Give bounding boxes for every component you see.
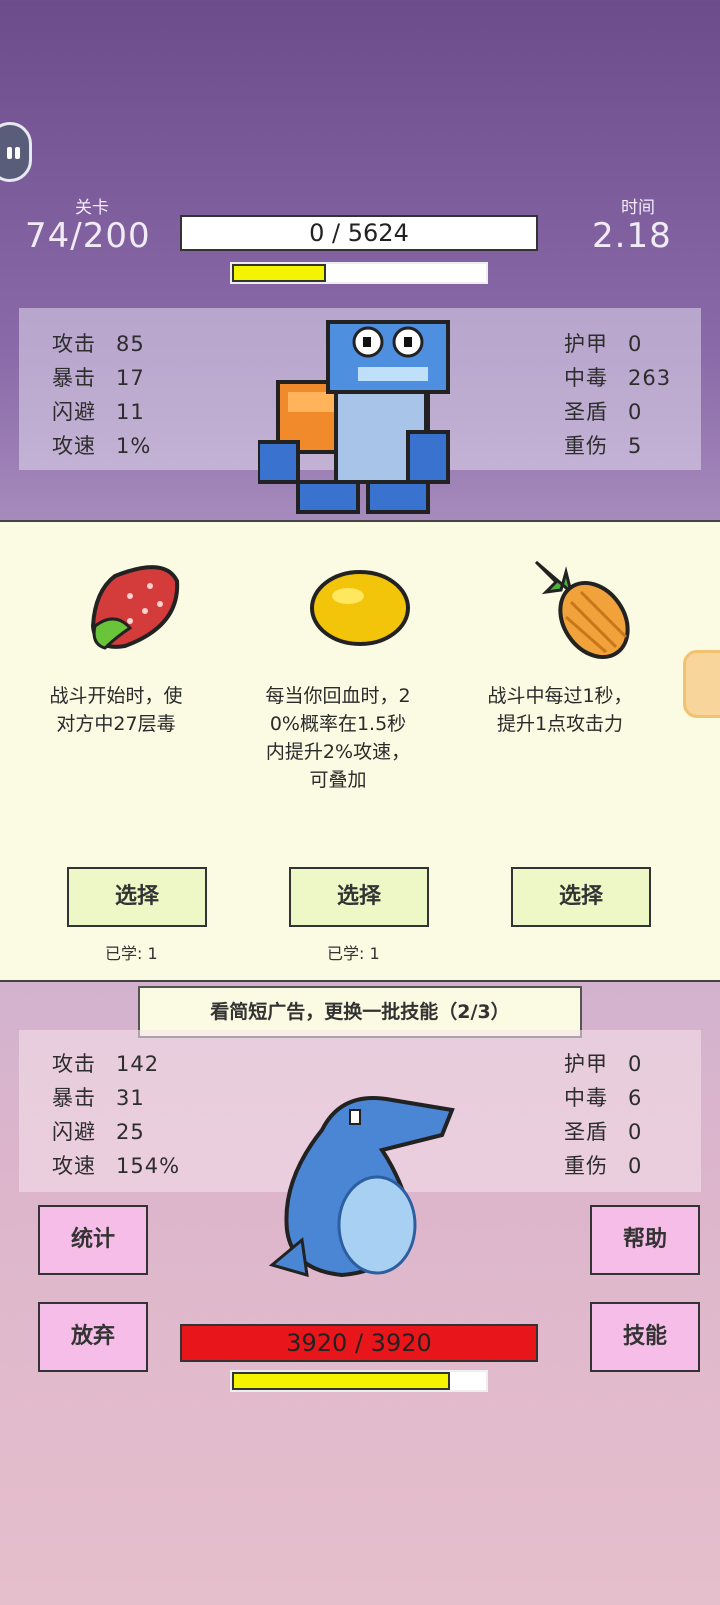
enemy-frog-sprite <box>258 320 450 514</box>
time-value: 2.18 <box>592 216 672 256</box>
player-progress-bar <box>230 1370 488 1392</box>
stat-name: 圣盾 <box>564 1120 608 1144</box>
stat-row: 闪避 25 <box>52 1116 145 1146</box>
stat-value: 1% <box>116 434 152 458</box>
player-crocodile-sprite <box>268 1096 455 1278</box>
stat-row: 重伤 0 <box>564 1150 642 1180</box>
stat-name: 暴击 <box>52 366 96 390</box>
player-progress-fill <box>232 1372 451 1390</box>
stat-name: 攻速 <box>52 1154 96 1178</box>
stat-name: 重伤 <box>564 434 608 458</box>
level-value: 74/200 <box>25 216 151 256</box>
enemy-progress-fill <box>232 264 326 282</box>
stat-value: 154% <box>116 1154 181 1178</box>
stat-value: 263 <box>628 366 672 390</box>
stat-value: 6 <box>628 1086 643 1110</box>
stat-row: 闪避 11 <box>52 396 145 426</box>
skill-description: 战斗开始时，使 对方中27层毒 <box>49 685 183 735</box>
pause-icon <box>7 147 12 159</box>
stat-name: 圣盾 <box>564 400 608 424</box>
stat-value: 5 <box>628 434 643 458</box>
skill-description: 战斗中每过1秒， 提升1点攻击力 <box>487 685 633 735</box>
stat-value: 0 <box>628 332 643 356</box>
stat-name: 重伤 <box>564 1154 608 1178</box>
stat-name: 攻速 <box>52 434 96 458</box>
skills-button[interactable]: 技能 <box>590 1302 700 1372</box>
skill-description: 每当你回血时，2 0%概率在1.5秒 内提升2%攻速， 可叠加 <box>265 685 411 791</box>
stat-row: 圣盾 0 <box>564 396 642 426</box>
stat-name: 护甲 <box>564 1052 608 1076</box>
stat-row: 重伤 5 <box>564 430 642 460</box>
quit-button[interactable]: 放弃 <box>38 1302 148 1372</box>
stat-value: 0 <box>628 1052 643 1076</box>
learned-count: 已学: 1 <box>327 944 380 963</box>
stat-row: 攻速 1% <box>52 430 151 460</box>
pineapple-icon <box>534 560 630 660</box>
lemon-icon <box>310 570 410 646</box>
pause-button[interactable] <box>0 122 32 182</box>
stat-row: 中毒 263 <box>564 362 671 392</box>
stat-name: 攻击 <box>52 332 96 356</box>
stat-row: 攻击 85 <box>52 328 145 358</box>
select-skill-button[interactable]: 选择 <box>511 867 651 927</box>
stat-name: 护甲 <box>564 332 608 356</box>
stat-value: 0 <box>628 400 643 424</box>
stat-row: 暴击 31 <box>52 1082 145 1112</box>
stat-row: 攻速 154% <box>52 1150 180 1180</box>
stat-name: 中毒 <box>564 1086 608 1110</box>
stat-name: 闪避 <box>52 1120 96 1144</box>
stat-row: 圣盾 0 <box>564 1116 642 1146</box>
learned-count: 已学: 1 <box>105 944 158 963</box>
stat-name: 闪避 <box>52 400 96 424</box>
stat-value: 0 <box>628 1154 643 1178</box>
stat-name: 中毒 <box>564 366 608 390</box>
stat-row: 护甲 0 <box>564 328 642 358</box>
enemy-progress-bar <box>230 262 488 284</box>
side-tab-button[interactable] <box>683 650 720 718</box>
time-label: 时间 <box>621 198 655 218</box>
stat-value: 31 <box>116 1086 145 1110</box>
enemy-hp-bar: 0 / 5624 <box>180 215 538 251</box>
stat-value: 85 <box>116 332 145 356</box>
pause-icon-bar <box>15 147 20 159</box>
stat-value: 142 <box>116 1052 160 1076</box>
stat-name: 暴击 <box>52 1086 96 1110</box>
player-hp-bar: 3920 / 3920 <box>180 1324 538 1362</box>
stat-value: 0 <box>628 1120 643 1144</box>
stat-row: 暴击 17 <box>52 362 145 392</box>
stat-value: 17 <box>116 366 145 390</box>
stat-name: 攻击 <box>52 1052 96 1076</box>
stat-row: 中毒 6 <box>564 1082 642 1112</box>
help-button[interactable]: 帮助 <box>590 1205 700 1275</box>
stat-value: 11 <box>116 400 145 424</box>
stat-value: 25 <box>116 1120 145 1144</box>
stats-button[interactable]: 统计 <box>38 1205 148 1275</box>
select-skill-button[interactable]: 选择 <box>289 867 429 927</box>
select-skill-button[interactable]: 选择 <box>67 867 207 927</box>
stat-row: 攻击 142 <box>52 1048 159 1078</box>
strawberry-icon <box>90 565 180 650</box>
stat-row: 护甲 0 <box>564 1048 642 1078</box>
level-label: 关卡 <box>75 198 109 218</box>
